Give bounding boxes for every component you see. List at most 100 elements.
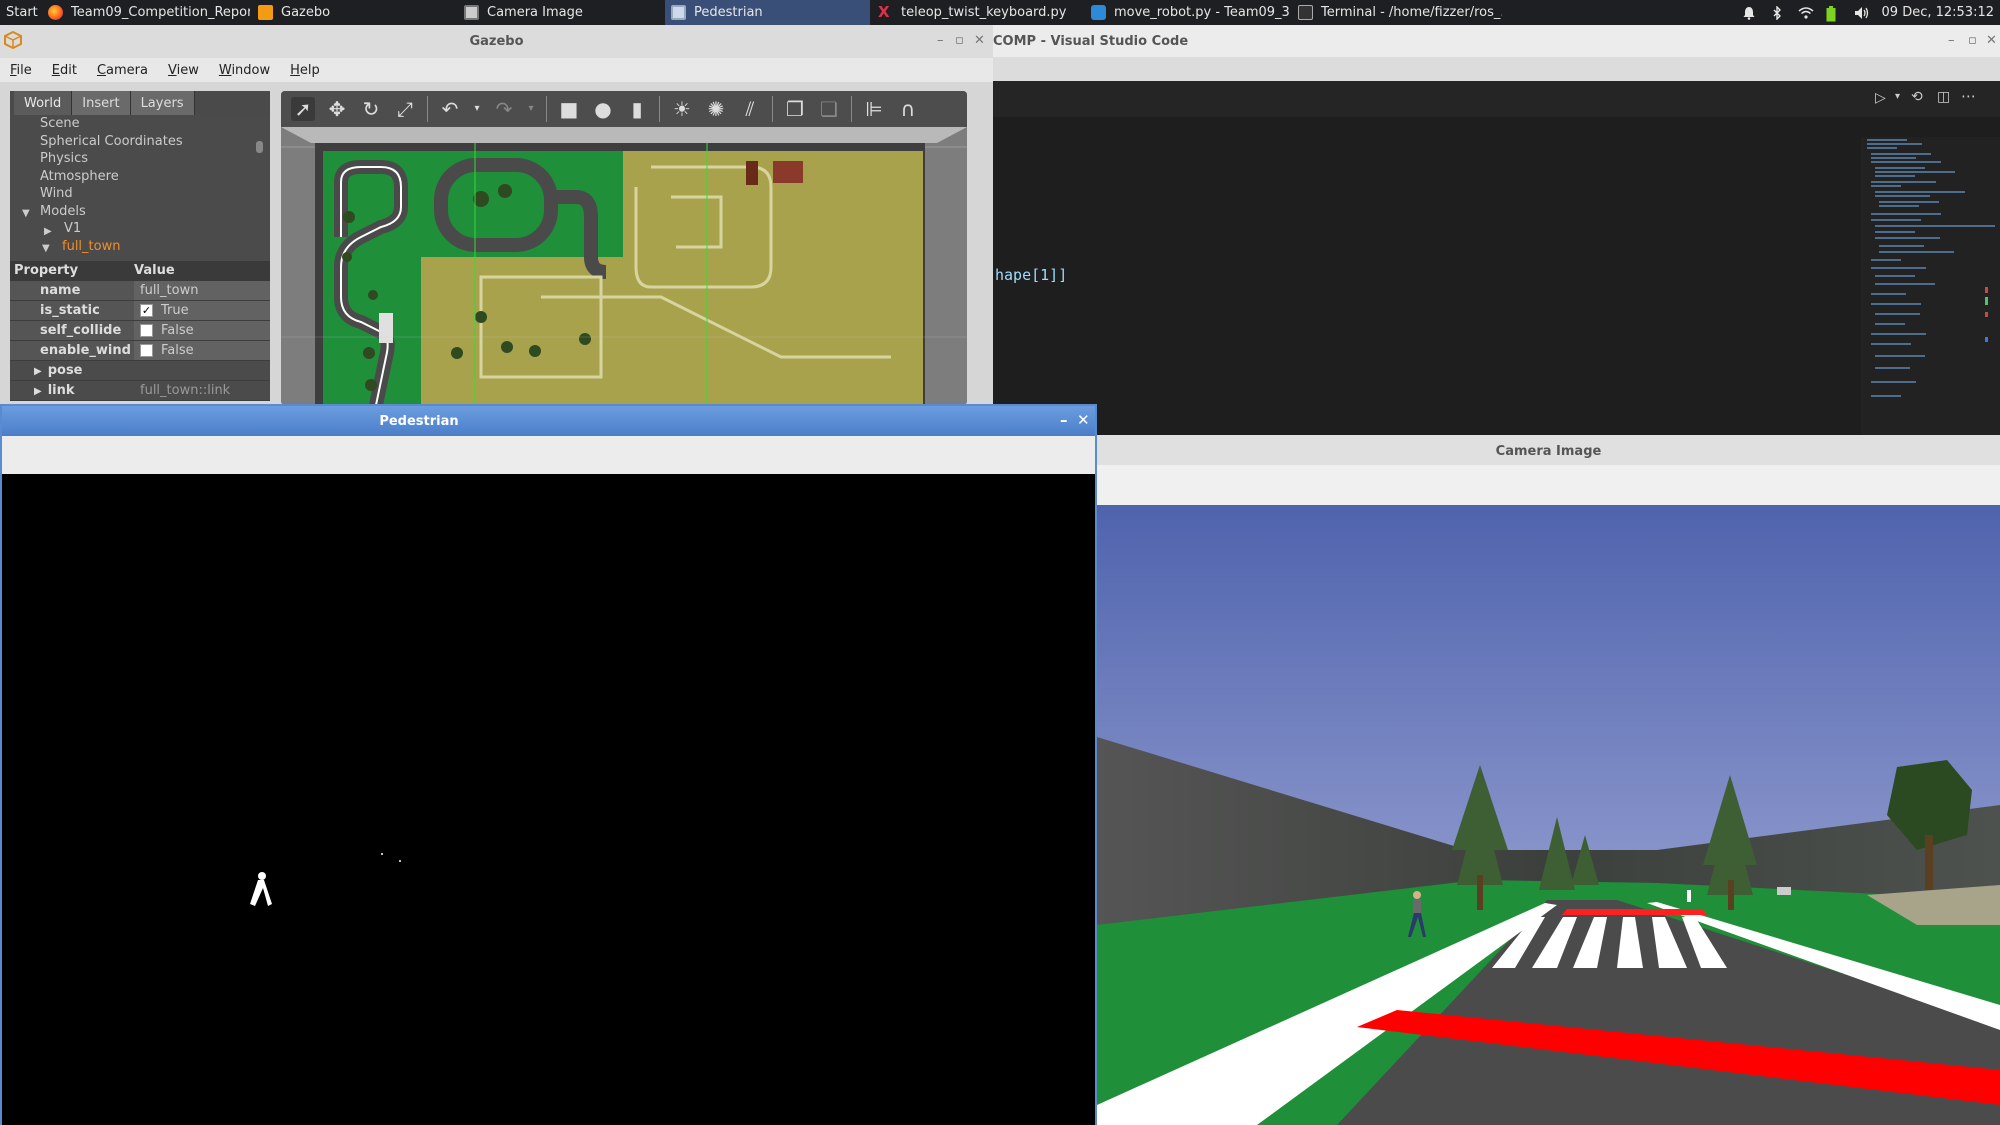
vscode-menubar bbox=[993, 57, 2000, 81]
checkbox[interactable] bbox=[140, 324, 153, 337]
task-pedestrian[interactable]: Pedestrian bbox=[665, 0, 870, 25]
box-shape-icon[interactable]: ■ bbox=[557, 97, 581, 121]
system-tray: 09 Dec, 12:53:12 bbox=[1742, 0, 1994, 25]
task-teleop[interactable]: X teleop_twist_keyboard.py bbox=[872, 0, 1082, 25]
rotate-icon[interactable]: ↻ bbox=[359, 97, 383, 121]
property-row-is-static: is_static ✓ True bbox=[10, 301, 270, 321]
collapse-arrow-icon[interactable]: ▶ bbox=[44, 226, 52, 237]
3d-scene[interactable] bbox=[281, 127, 967, 405]
task-firefox[interactable]: Team09_Competition_Repor... bbox=[42, 0, 250, 25]
maximize-icon[interactable]: ▫ bbox=[955, 33, 964, 48]
tree-item-v1[interactable]: V1 bbox=[40, 220, 270, 238]
undo-icon[interactable]: ↶ bbox=[438, 97, 462, 121]
menu-camera[interactable]: Camera bbox=[87, 63, 158, 78]
pedestrian-toolbar bbox=[2, 436, 1095, 474]
run-icon[interactable]: ▷ bbox=[1875, 90, 1886, 106]
snap-magnet-icon[interactable]: ∩ bbox=[896, 97, 920, 121]
code-line: hape[1]] bbox=[995, 266, 1068, 284]
chevron-down-icon[interactable]: ▾ bbox=[526, 97, 536, 121]
property-header: Property Value bbox=[10, 261, 270, 281]
tab-world[interactable]: World bbox=[14, 91, 73, 115]
battery-icon[interactable] bbox=[1826, 5, 1840, 21]
scale-icon[interactable]: ⤢ bbox=[393, 97, 417, 121]
expand-arrow-icon[interactable]: ▼ bbox=[22, 208, 30, 219]
gazebo-window: Gazebo – ▫ ✕ File Edit Camera View Windo… bbox=[0, 25, 993, 405]
cylinder-shape-icon[interactable]: ▮ bbox=[625, 97, 649, 121]
menu-window[interactable]: Window bbox=[209, 63, 280, 78]
task-terminal[interactable]: Terminal - /home/fizzer/ros_... bbox=[1292, 0, 1502, 25]
gazebo-left-panel: World Insert Layers Scene Spherical Coor… bbox=[10, 91, 270, 401]
sphere-shape-icon[interactable]: ● bbox=[591, 97, 615, 121]
start-button[interactable]: Start bbox=[0, 5, 48, 20]
minimize-icon[interactable]: – bbox=[1060, 411, 1068, 429]
chevron-down-icon[interactable]: ▾ bbox=[472, 97, 482, 121]
toolbar-separator bbox=[851, 96, 852, 122]
camera-title: Camera Image bbox=[1495, 444, 1602, 459]
minimize-icon[interactable]: – bbox=[1948, 33, 1955, 48]
task-camera-image[interactable]: Camera Image bbox=[458, 0, 663, 25]
tab-insert[interactable]: Insert bbox=[72, 91, 131, 115]
paste-icon[interactable]: ❏ bbox=[817, 97, 841, 121]
tree-item-physics[interactable]: Physics bbox=[40, 150, 270, 168]
directional-light-icon[interactable]: ⫽ bbox=[738, 97, 762, 121]
firefox-icon bbox=[48, 5, 63, 20]
split-editor-icon[interactable]: ◫ bbox=[1937, 89, 1950, 105]
scrollbar-thumb[interactable] bbox=[256, 141, 263, 153]
menu-view[interactable]: View bbox=[158, 63, 209, 78]
close-icon[interactable]: ✕ bbox=[1077, 411, 1090, 429]
property-row-self-collide: self_collide False bbox=[10, 321, 270, 341]
expand-arrow-icon[interactable]: ▶ bbox=[34, 366, 42, 377]
translate-icon[interactable]: ✥ bbox=[325, 97, 349, 121]
gazebo-viewport: ➚ ✥ ↻ ⤢ ↶ ▾ ↷ ▾ ■ ● ▮ ☀ ✺ ⫽ ❐ ❏ ⊫ ∩ bbox=[281, 91, 967, 405]
gazebo-icon bbox=[258, 5, 273, 20]
task-gazebo[interactable]: Gazebo bbox=[252, 0, 452, 25]
property-row-link[interactable]: ▶ link full_town::link bbox=[10, 381, 270, 401]
checkbox-checked[interactable]: ✓ bbox=[140, 304, 153, 317]
tree-item-scene[interactable]: Scene bbox=[40, 115, 270, 133]
volume-icon[interactable] bbox=[1854, 6, 1868, 20]
point-light-icon[interactable]: ☀ bbox=[670, 97, 694, 121]
pedestrian-mask-image bbox=[2, 474, 1095, 1125]
tree-item-atmosphere[interactable]: Atmosphere bbox=[40, 168, 270, 186]
maximize-icon[interactable]: ▫ bbox=[1968, 33, 1977, 48]
minimap[interactable] bbox=[1861, 137, 2000, 435]
expand-arrow-icon[interactable]: ▼ bbox=[42, 243, 50, 254]
select-arrow-icon[interactable]: ➚ bbox=[291, 97, 315, 121]
taskbar: Start Team09_Competition_Repor... Gazebo… bbox=[0, 0, 2000, 25]
gazebo-tabs: World Insert Layers bbox=[10, 91, 270, 115]
menu-help[interactable]: Help bbox=[280, 63, 330, 78]
task-vscode[interactable]: move_robot.py - Team09_35... bbox=[1085, 0, 1290, 25]
expand-arrow-icon[interactable]: ▶ bbox=[34, 386, 42, 397]
tree-item-spherical-coordinates[interactable]: Spherical Coordinates bbox=[40, 133, 270, 151]
spot-light-icon[interactable]: ✺ bbox=[704, 97, 728, 121]
more-actions-icon[interactable]: ⋯ bbox=[1961, 87, 1976, 105]
camera-image-window: Camera Image bbox=[1097, 435, 2000, 1125]
copy-icon[interactable]: ❐ bbox=[783, 97, 807, 121]
close-icon[interactable]: ✕ bbox=[974, 33, 985, 48]
close-icon[interactable]: ✕ bbox=[1986, 33, 1997, 48]
tab-layers[interactable]: Layers bbox=[130, 91, 195, 115]
pedestrian-window: Pedestrian – ✕ bbox=[0, 404, 1097, 1125]
menu-edit[interactable]: Edit bbox=[42, 63, 87, 78]
menu-file[interactable]: File bbox=[0, 63, 42, 78]
compare-icon[interactable]: ⟲ bbox=[1911, 89, 1923, 105]
redo-icon[interactable]: ↷ bbox=[492, 97, 516, 121]
chevron-down-icon[interactable]: ▾ bbox=[1895, 91, 1900, 102]
notification-bell-icon[interactable] bbox=[1742, 6, 1756, 20]
align-icon[interactable]: ⊫ bbox=[862, 97, 886, 121]
tree-item-models[interactable]: Models bbox=[40, 203, 270, 221]
tree-item-full-town[interactable]: full_town bbox=[40, 238, 270, 256]
vscode-tabbar: ▷ ▾ ⟲ ◫ ⋯ bbox=[993, 81, 2000, 117]
property-row-pose[interactable]: ▶ pose bbox=[10, 361, 270, 381]
vscode-title: COMP - Visual Studio Code bbox=[993, 34, 1189, 49]
minimize-icon[interactable]: – bbox=[937, 33, 944, 48]
bluetooth-icon[interactable] bbox=[1770, 4, 1784, 21]
toolbar-separator bbox=[546, 96, 547, 122]
code-editor[interactable]: hape[1]] bbox=[993, 117, 1861, 435]
checkbox[interactable] bbox=[140, 344, 153, 357]
property-row-name: name full_town bbox=[10, 281, 270, 301]
clock[interactable]: 09 Dec, 12:53:12 bbox=[1882, 5, 1994, 20]
tree-item-wind[interactable]: Wind bbox=[40, 185, 270, 203]
wifi-icon[interactable] bbox=[1798, 6, 1814, 20]
property-table: Property Value name full_town is_static … bbox=[10, 261, 270, 401]
